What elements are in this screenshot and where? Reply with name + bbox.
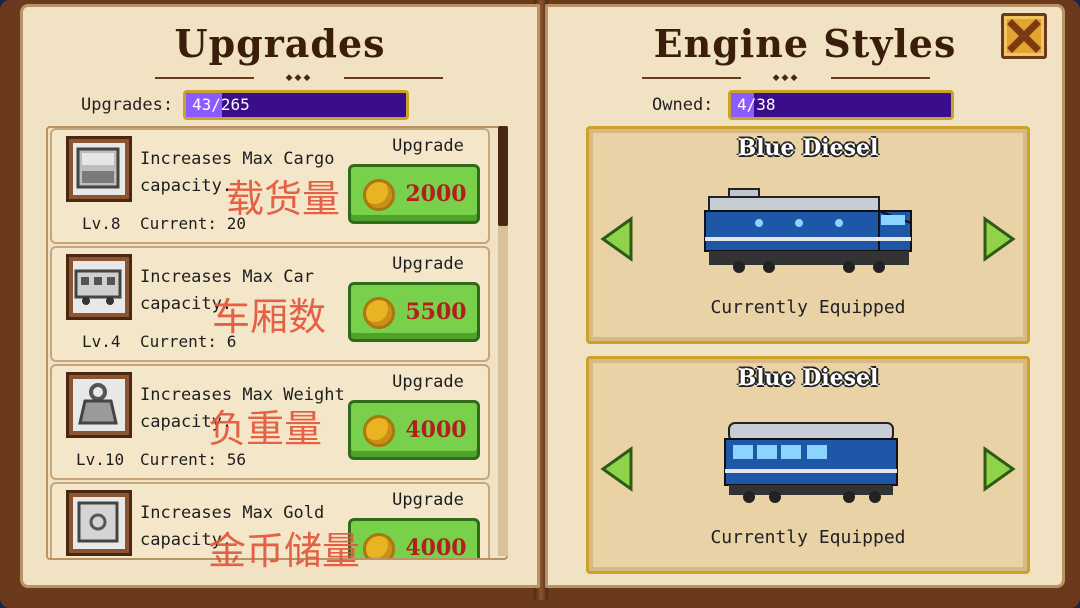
weight-icon: [66, 372, 132, 438]
upgrade-label: Upgrade: [392, 372, 464, 392]
page-title: Engine Styles: [653, 21, 957, 66]
close-button[interactable]: [1001, 13, 1047, 59]
engine-style-name: Blue Diesel: [737, 365, 879, 391]
upgrade-price: 4000: [405, 417, 467, 443]
next-style-arrow-icon[interactable]: [981, 215, 1017, 263]
next-style-arrow-icon[interactable]: [981, 445, 1017, 493]
upgrade-level: Lv.8: [82, 214, 121, 233]
owned-counter-label: Owned:: [652, 95, 714, 115]
coin-icon: [363, 179, 395, 211]
owned-counter-value: 4/38: [737, 95, 776, 114]
coin-icon: [363, 297, 395, 329]
upgrade-label: Upgrade: [392, 490, 464, 510]
upgrades-counter-value: 43/265: [192, 95, 250, 114]
annotation-cargo: 载货量: [226, 177, 341, 221]
upgrade-price: 5500: [405, 299, 467, 325]
upgrade-list-scroll-thumb[interactable]: [498, 126, 508, 226]
previous-style-arrow-icon[interactable]: [599, 445, 635, 493]
annotation-weight: 负重量: [208, 407, 323, 451]
upgrade-price: 4000: [405, 535, 467, 560]
title-flourish: ◆◆◆: [642, 73, 930, 83]
engine-style-card: Blue Diesel Currently Equipped: [586, 126, 1030, 344]
upgrade-price: 2000: [405, 181, 467, 207]
coin-icon: [363, 533, 395, 558]
upgrade-button-weight[interactable]: 4000: [348, 400, 480, 460]
owned-progress-bar: 4/38: [728, 90, 954, 120]
annotation-car: 车厢数: [212, 295, 327, 339]
title-flourish: ◆◆◆: [155, 73, 443, 83]
previous-style-arrow-icon[interactable]: [599, 215, 635, 263]
engine-style-name: Blue Diesel: [737, 135, 879, 161]
upgrades-counter-label: Upgrades:: [81, 95, 174, 115]
safe-icon: [66, 490, 132, 556]
upgrade-button-cargo[interactable]: 2000: [348, 164, 480, 224]
upgrades-progress-bar: 43/265: [183, 90, 409, 120]
annotation-gold: 金币储量: [208, 529, 361, 573]
blue-diesel-locomotive-icon: [704, 188, 912, 273]
coin-icon: [363, 415, 395, 447]
upgrade-level: Lv.10: [76, 450, 125, 469]
equipped-status: Currently Equipped: [710, 527, 906, 548]
engine-style-card: Blue Diesel Currently Equipped: [586, 356, 1030, 574]
cargo-crate-icon: [66, 136, 132, 202]
close-icon: [1007, 19, 1041, 53]
train-car-icon: [66, 254, 132, 320]
upgrade-label: Upgrade: [392, 254, 464, 274]
blue-diesel-passenger-car-icon: [724, 422, 898, 503]
upgrade-label: Upgrade: [392, 136, 464, 156]
upgrade-level: Lv.4: [82, 332, 121, 351]
upgrade-button-gold[interactable]: 4000: [348, 518, 480, 560]
upgrade-button-car[interactable]: 5500: [348, 282, 480, 342]
page-title: Upgrades: [174, 21, 386, 66]
equipped-status: Currently Equipped: [710, 297, 906, 318]
